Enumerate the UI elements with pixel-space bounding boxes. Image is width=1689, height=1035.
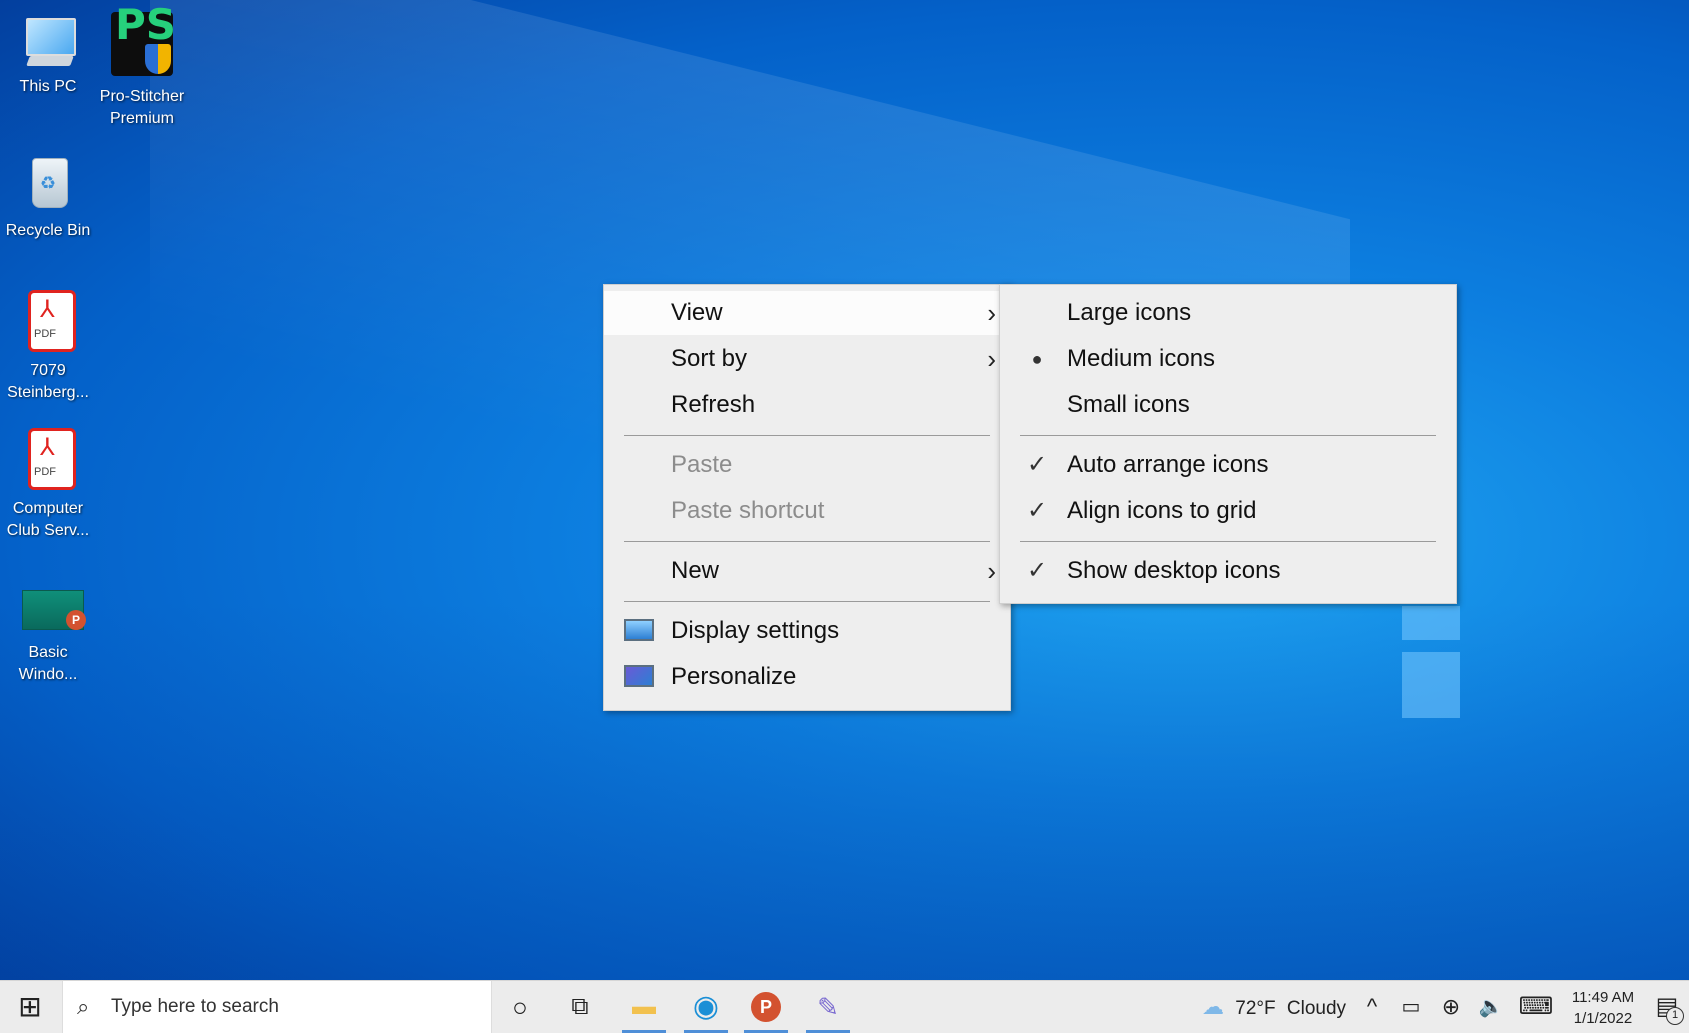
pro-stitcher-icon: PS bbox=[109, 4, 176, 78]
menu-separator bbox=[624, 601, 990, 602]
menu-item-new[interactable]: New › bbox=[604, 549, 1010, 593]
search-box[interactable]: ⌕ Type here to search bbox=[62, 981, 492, 1033]
taskbar-app-file-explorer[interactable]: ▬ bbox=[620, 981, 668, 1033]
display-settings-icon bbox=[624, 619, 654, 641]
menu-item-personalize[interactable]: Personalize bbox=[604, 655, 1010, 699]
task-view-icon: ⧉ bbox=[571, 993, 589, 1020]
globe-network-icon: ⊕ bbox=[1441, 994, 1461, 1019]
radio-dot-icon: ● bbox=[1031, 349, 1043, 369]
cortana-button[interactable]: ○ bbox=[496, 981, 544, 1033]
taskbar-clock[interactable]: 11:49 AM 1/1/2022 bbox=[1566, 987, 1640, 1029]
checkmark-icon: ✓ bbox=[1026, 497, 1048, 524]
paint-icon: ✎ bbox=[817, 992, 839, 1022]
desktop-icon-label: This PC bbox=[19, 78, 77, 95]
shield-icon bbox=[145, 44, 171, 74]
menu-separator bbox=[624, 435, 990, 436]
pdf-file-icon: ⅄ PDF bbox=[18, 428, 78, 492]
clock-time: 11:49 AM bbox=[1571, 989, 1635, 1006]
desktop-icon-label: Basic Windo... bbox=[18, 644, 78, 683]
desktop-icon-label: 7079 Steinberg... bbox=[7, 362, 89, 401]
chevron-right-icon: › bbox=[987, 556, 996, 586]
desktop-icon-this-pc[interactable]: This PC bbox=[0, 12, 96, 98]
menu-separator bbox=[624, 541, 990, 542]
desktop-icon-label: Recycle Bin bbox=[5, 222, 91, 239]
speaker-icon: 🔈 bbox=[1478, 996, 1504, 1018]
menu-item-paste: Paste bbox=[671, 451, 733, 478]
menu-separator bbox=[1020, 541, 1436, 542]
desktop-icon-basic-windows-ppt[interactable]: P Basic Windo... bbox=[0, 574, 96, 686]
menu-item-view[interactable]: View › bbox=[604, 291, 1010, 335]
tray-battery[interactable]: ▭ bbox=[1396, 981, 1426, 1033]
personalize-icon bbox=[624, 665, 654, 687]
chevron-right-icon: › bbox=[987, 298, 996, 328]
view-submenu: Large icons ● Medium icons Small icons ✓… bbox=[999, 284, 1457, 604]
desktop-context-menu: View › Sort by › Refresh Paste Paste sho… bbox=[603, 284, 1011, 711]
submenu-item-large-icons[interactable]: Large icons bbox=[1000, 291, 1456, 335]
wallpaper-logo-pane bbox=[1402, 652, 1460, 718]
chevron-up-icon: ^ bbox=[1366, 994, 1378, 1019]
notification-count-badge: 1 bbox=[1666, 1007, 1684, 1025]
cortana-icon: ○ bbox=[512, 992, 528, 1022]
submenu-item-small-icons[interactable]: Small icons bbox=[1000, 383, 1456, 427]
menu-item-display-settings[interactable]: Display settings bbox=[604, 609, 1010, 653]
desktop-icon-label: Computer Club Serv... bbox=[6, 500, 90, 539]
menu-item-paste-shortcut: Paste shortcut bbox=[671, 497, 825, 524]
chevron-right-icon: › bbox=[987, 344, 996, 374]
desktop-icon-pro-stitcher[interactable]: PS Pro-Stitcher Premium bbox=[92, 4, 192, 130]
desktop-icon-pdf-computer-club[interactable]: ⅄ PDF Computer Club Serv... bbox=[0, 428, 96, 542]
windows-logo-icon: ⊞ bbox=[18, 991, 42, 1022]
tray-keyboard[interactable]: ⌨ bbox=[1516, 981, 1556, 1033]
notification-center-button[interactable]: ▤ 1 bbox=[1648, 981, 1686, 1033]
search-icon: ⌕ bbox=[77, 994, 90, 1019]
weather-widget[interactable]: ☁ 72°F Cloudy bbox=[1202, 981, 1346, 1035]
powerpoint-file-icon: P bbox=[18, 574, 86, 634]
taskbar-app-powerpoint[interactable]: P bbox=[742, 981, 790, 1033]
tray-volume[interactable]: 🔈 bbox=[1476, 981, 1506, 1033]
pdf-file-icon: ⅄ PDF bbox=[18, 290, 78, 354]
cloud-icon: ☁ bbox=[1202, 994, 1224, 1019]
desktop-icon-pdf-steinberg[interactable]: ⅄ PDF 7079 Steinberg... bbox=[0, 290, 96, 404]
desktop-icon-recycle-bin[interactable]: ♻ Recycle Bin bbox=[0, 150, 96, 242]
keyboard-icon: ⌨ bbox=[1518, 993, 1554, 1020]
search-input[interactable]: Type here to search bbox=[111, 981, 279, 1033]
submenu-item-show-desktop-icons[interactable]: ✓ Show desktop icons bbox=[1000, 549, 1456, 593]
checkmark-icon: ✓ bbox=[1026, 451, 1048, 478]
battery-icon: ▭ bbox=[1401, 996, 1421, 1018]
menu-separator bbox=[1020, 435, 1436, 436]
menu-item-sort-by[interactable]: Sort by › bbox=[604, 337, 1010, 381]
clock-date: 1/1/2022 bbox=[1573, 1010, 1633, 1027]
computer-icon bbox=[18, 12, 78, 72]
taskbar: ⊞ ⌕ Type here to search ○ ⧉ ▬ ◉ P ✎ ☁ 72… bbox=[0, 980, 1689, 1033]
desktop-icon-label: Pro-Stitcher Premium bbox=[99, 88, 185, 127]
recycle-bin-icon: ♻ bbox=[18, 150, 78, 210]
taskbar-app-paint[interactable]: ✎ bbox=[804, 981, 852, 1033]
start-button[interactable]: ⊞ bbox=[0, 981, 60, 1033]
show-hidden-icons-button[interactable]: ^ bbox=[1358, 981, 1386, 1033]
weather-temperature: 72°F bbox=[1235, 998, 1276, 1019]
file-explorer-icon: ▬ bbox=[632, 993, 656, 1020]
submenu-item-auto-arrange[interactable]: ✓ Auto arrange icons bbox=[1000, 443, 1456, 487]
checkmark-icon: ✓ bbox=[1026, 557, 1048, 584]
desktop[interactable]: This PC PS Pro-Stitcher Premium ♻ Recycl… bbox=[0, 0, 1689, 980]
tray-network[interactable]: ⊕ bbox=[1436, 981, 1466, 1033]
powerpoint-icon: P bbox=[751, 991, 781, 1022]
edge-icon: ◉ bbox=[692, 990, 720, 1023]
wallpaper-logo-pane bbox=[1402, 606, 1460, 640]
task-view-button[interactable]: ⧉ bbox=[556, 981, 604, 1033]
weather-condition: Cloudy bbox=[1286, 998, 1347, 1019]
menu-item-refresh[interactable]: Refresh bbox=[604, 383, 1010, 427]
submenu-item-medium-icons[interactable]: ● Medium icons bbox=[1000, 337, 1456, 381]
submenu-item-align-to-grid[interactable]: ✓ Align icons to grid bbox=[1000, 489, 1456, 533]
taskbar-app-edge[interactable]: ◉ bbox=[682, 981, 730, 1033]
